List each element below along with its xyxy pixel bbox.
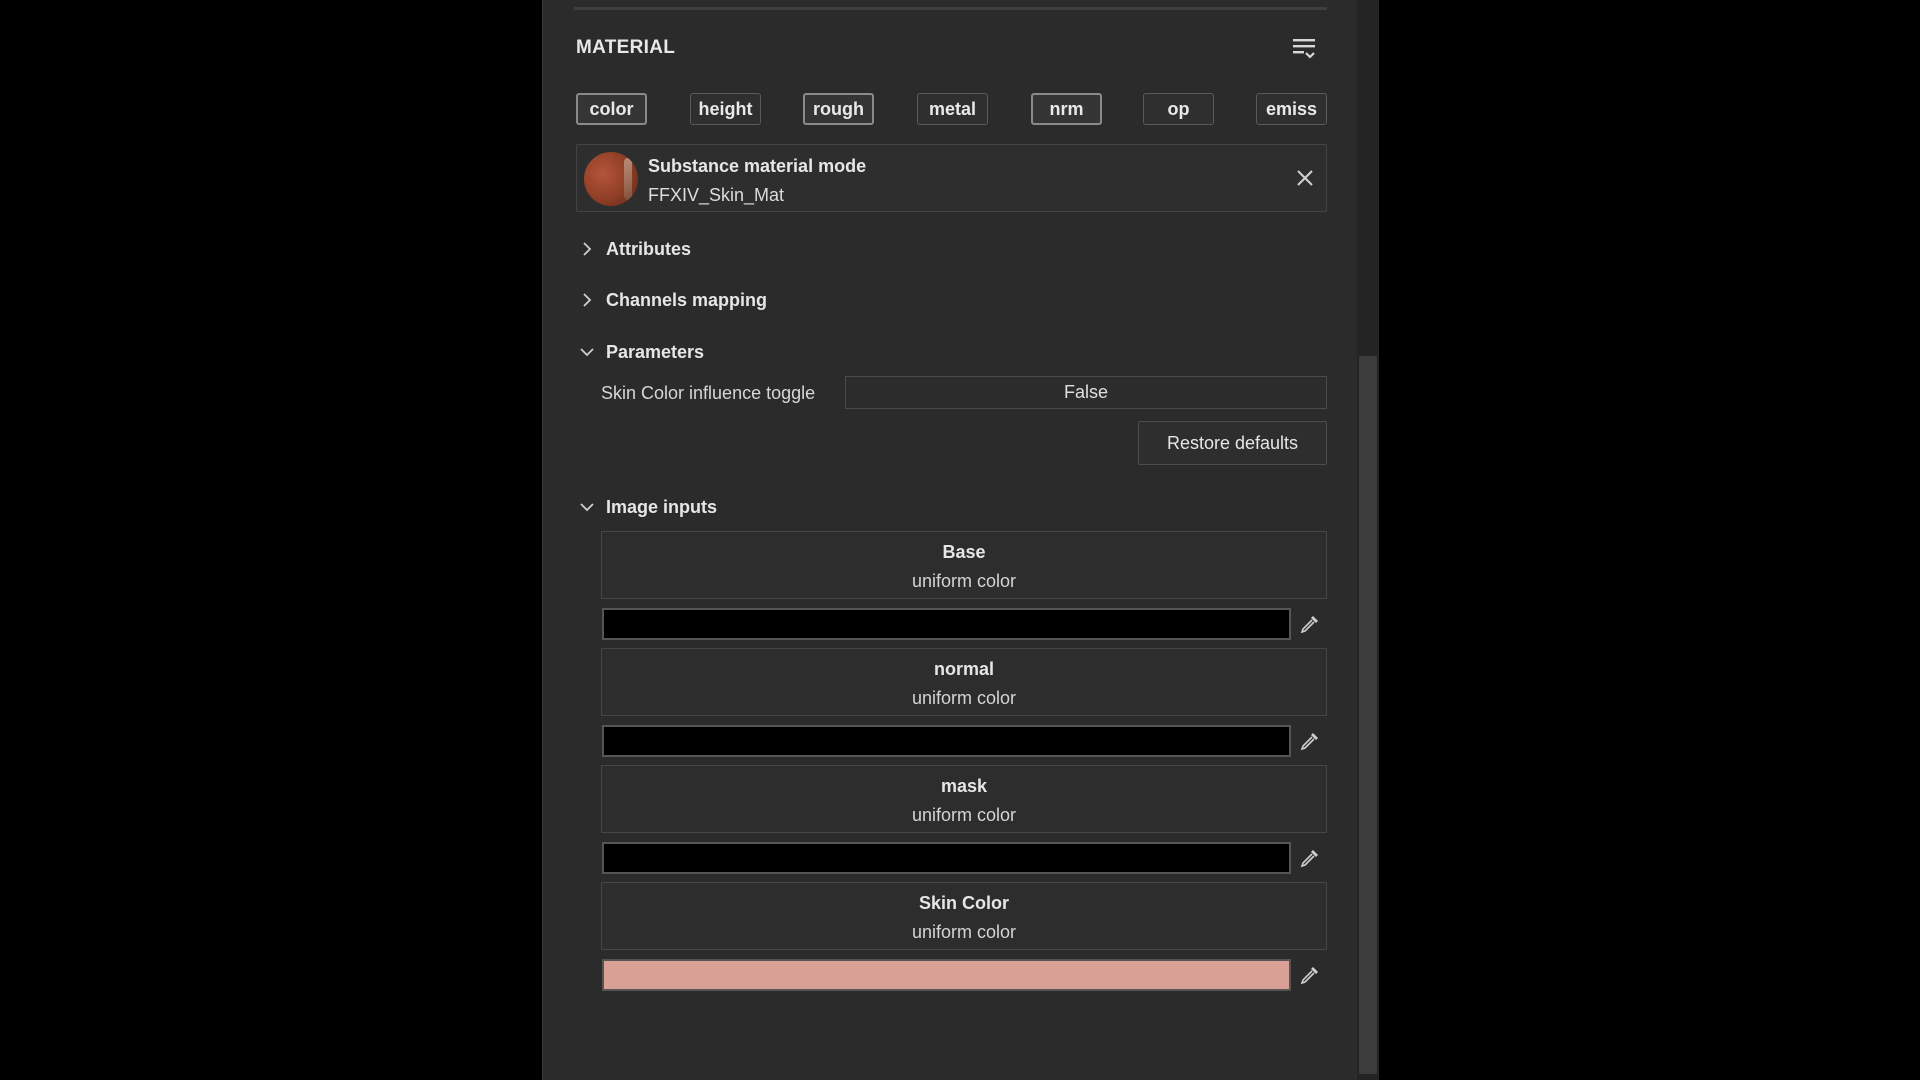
channel-height-button[interactable]: height: [690, 93, 761, 125]
top-divider: [574, 7, 1327, 10]
color-field-skin-color[interactable]: [602, 959, 1291, 991]
chevron-down-icon: [580, 348, 594, 357]
section-parameters[interactable]: Parameters: [578, 339, 704, 365]
scrollbar-thumb[interactable]: [1359, 356, 1377, 1074]
image-input-mask[interactable]: mask uniform color: [601, 765, 1327, 833]
section-image-inputs[interactable]: Image inputs: [578, 494, 717, 520]
material-mode-label: Substance material mode: [648, 156, 867, 176]
color-field-normal[interactable]: [602, 725, 1291, 757]
eyedropper-icon[interactable]: [1299, 613, 1321, 635]
material-name: FFXIV_Skin_Mat: [648, 185, 785, 205]
channel-metal-button[interactable]: metal: [917, 93, 988, 125]
chevron-right-icon: [583, 242, 592, 256]
image-input-normal[interactable]: normal uniform color: [601, 648, 1327, 716]
color-field-base[interactable]: [602, 608, 1291, 640]
close-icon[interactable]: [1294, 167, 1316, 189]
channel-rough-button[interactable]: rough: [803, 93, 874, 125]
image-input-skin-color[interactable]: Skin Color uniform color: [601, 882, 1327, 950]
channel-op-button[interactable]: op: [1143, 93, 1214, 125]
skin-toggle-label: Skin Color influence toggle: [601, 383, 816, 403]
chevron-down-icon: [580, 503, 594, 512]
section-attributes[interactable]: Attributes: [578, 236, 691, 262]
chevron-right-icon: [583, 293, 592, 307]
channel-nrm-button[interactable]: nrm: [1031, 93, 1102, 125]
channel-color-button[interactable]: color: [576, 93, 647, 125]
panel-title: MATERIAL: [576, 37, 676, 58]
eyedropper-icon[interactable]: [1299, 964, 1321, 986]
eyedropper-icon[interactable]: [1299, 730, 1321, 752]
channel-emiss-button[interactable]: emiss: [1256, 93, 1327, 125]
material-thumbnail: [584, 152, 638, 206]
skin-toggle-select[interactable]: False: [845, 376, 1327, 409]
section-channels-mapping[interactable]: Channels mapping: [578, 287, 767, 313]
image-input-base[interactable]: Base uniform color: [601, 531, 1327, 599]
restore-defaults-button[interactable]: Restore defaults: [1138, 421, 1327, 465]
eyedropper-icon[interactable]: [1299, 847, 1321, 869]
color-field-mask[interactable]: [602, 842, 1291, 874]
list-filter-icon[interactable]: [1291, 36, 1317, 62]
material-card[interactable]: Substance material mode FFXIV_Skin_Mat: [576, 144, 1327, 212]
